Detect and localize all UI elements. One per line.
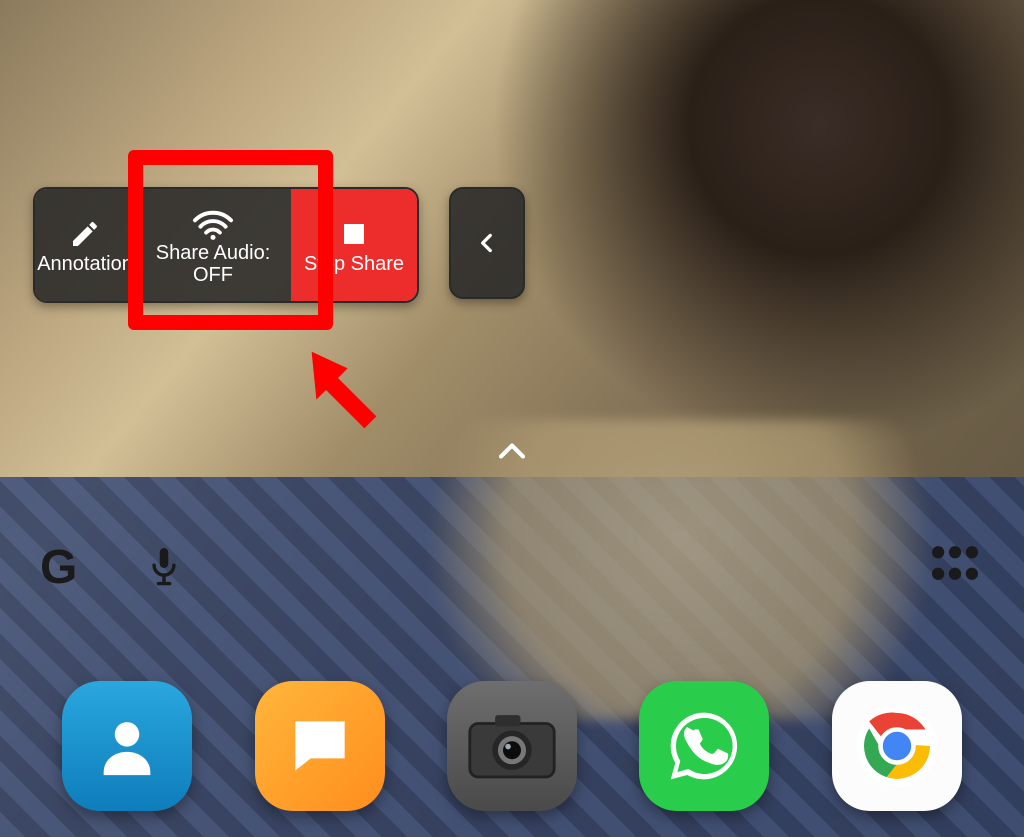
wallpaper-paw-blur (420, 420, 940, 720)
annotation-label: Annotation (37, 253, 133, 275)
contacts-app[interactable] (62, 681, 192, 811)
camera-icon (467, 711, 557, 781)
chrome-icon (853, 702, 941, 790)
wifi-icon (191, 204, 235, 242)
stop-icon (339, 215, 369, 253)
search-widget[interactable]: G (40, 540, 181, 595)
microphone-icon[interactable] (147, 545, 181, 591)
share-audio-button[interactable]: Share Audio: OFF (135, 189, 291, 301)
person-icon (92, 711, 162, 781)
chevron-left-icon (474, 223, 500, 263)
camera-app[interactable] (447, 681, 577, 811)
share-audio-label: Share Audio: (156, 242, 271, 264)
collapse-toolbar-button[interactable] (449, 187, 525, 299)
homescreen-dock (0, 681, 1024, 811)
pencil-icon (69, 215, 101, 253)
apps-grid-icon[interactable] (932, 546, 978, 580)
callout-arrow (290, 330, 410, 450)
annotation-button[interactable]: Annotation (35, 189, 135, 301)
messages-app[interactable] (255, 681, 385, 811)
chrome-app[interactable] (832, 681, 962, 811)
share-audio-state: OFF (193, 264, 233, 286)
stop-share-button[interactable]: Stop Share (291, 189, 417, 301)
share-screen-toolbar: Annotation Share Audio: OFF Stop Share (33, 187, 419, 303)
whatsapp-app[interactable] (639, 681, 769, 811)
google-g-icon[interactable]: G (40, 540, 77, 595)
stop-share-label: Stop Share (304, 253, 404, 275)
speech-bubble-icon (283, 709, 357, 783)
whatsapp-icon (664, 706, 744, 786)
app-drawer-hint[interactable] (495, 440, 529, 462)
chevron-up-icon (495, 440, 529, 462)
